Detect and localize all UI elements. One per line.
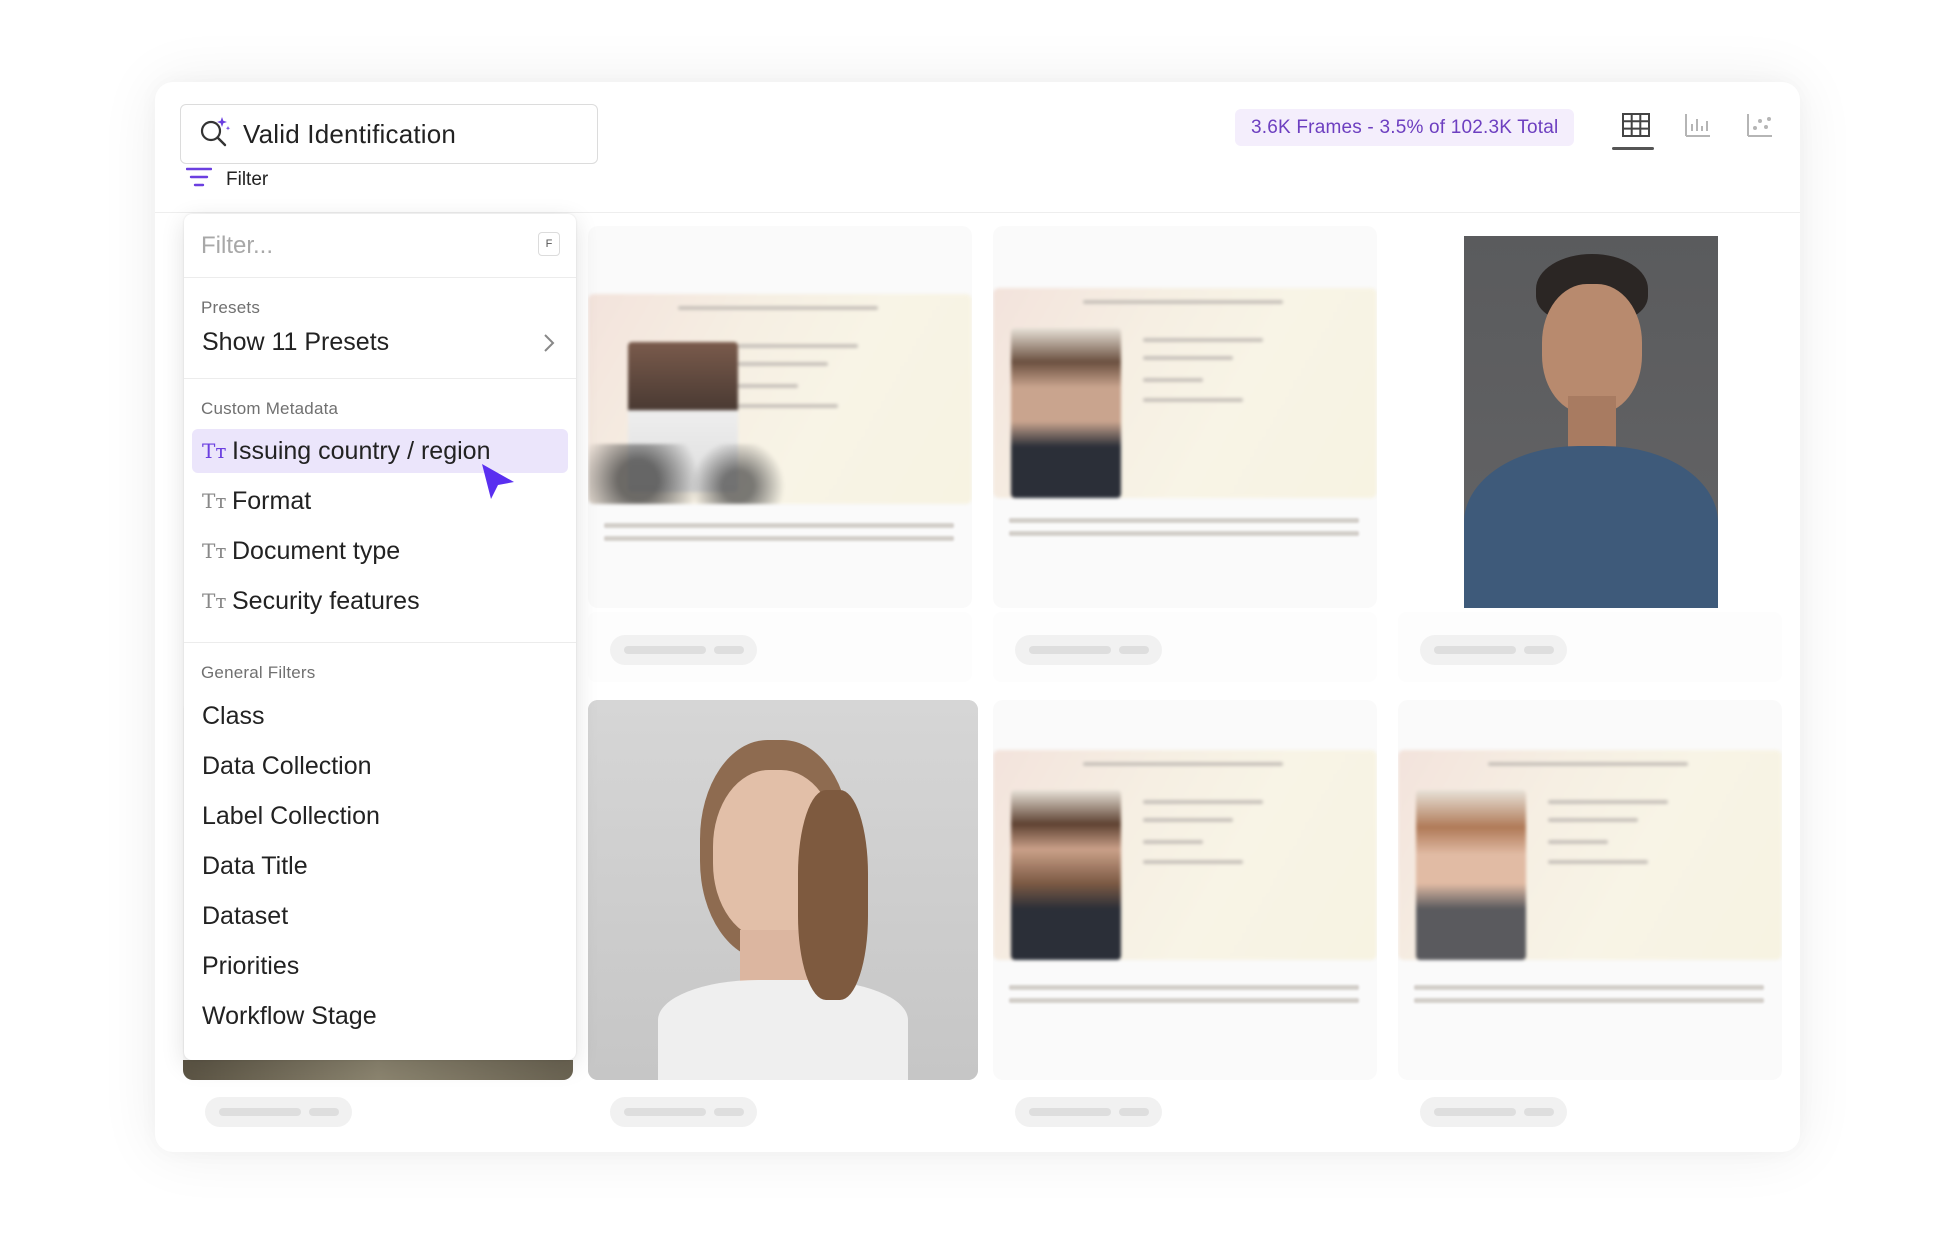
filter-item-label: Document type [232, 536, 401, 565]
text-type-icon: Tт [202, 589, 227, 613]
filter-item-label-collection[interactable]: Label Collection [192, 794, 568, 838]
passport-thumbnail [993, 288, 1377, 498]
filter-item-data-collection[interactable]: Data Collection [192, 744, 568, 788]
filter-item-document-type[interactable]: Tт Document type [192, 529, 568, 573]
filter-item-label: Data Collection [202, 751, 372, 780]
filter-item-label: Dataset [202, 901, 289, 930]
filter-item-label: Workflow Stage [202, 1001, 377, 1030]
grid-tile[interactable] [1398, 226, 1782, 608]
filter-icon [185, 166, 213, 193]
grid-tile[interactable] [993, 700, 1377, 1080]
custom-metadata-section-label: Custom Metadata [201, 399, 339, 418]
loading-placeholder [205, 1097, 352, 1127]
loading-placeholder [610, 635, 757, 665]
text-type-icon: Tт [202, 439, 227, 463]
filter-item-workflow-stage[interactable]: Workflow Stage [192, 994, 568, 1038]
chevron-right-icon [542, 332, 556, 359]
loading-placeholder [1015, 635, 1162, 665]
loading-placeholder [1015, 1097, 1162, 1127]
filter-item-label: Class [202, 701, 265, 730]
text-type-icon: Tт [202, 489, 227, 513]
menu-divider [184, 378, 576, 379]
text-type-icon: Tт [202, 539, 227, 563]
portrait-thumbnail [588, 700, 978, 1080]
loading-placeholder [1420, 1097, 1567, 1127]
filter-item-security-features[interactable]: Tт Security features [192, 579, 568, 623]
grid-tile[interactable] [588, 226, 972, 608]
filter-item-label: Format [232, 486, 312, 515]
general-filters-section-label: General Filters [201, 663, 316, 682]
passport-thumbnail [993, 750, 1377, 960]
search-input[interactable]: Valid Identification [180, 104, 598, 164]
show-presets-label: Show 11 Presets [202, 327, 390, 356]
grid-tile[interactable] [588, 700, 978, 1080]
loading-placeholder [610, 1097, 757, 1127]
ai-search-icon [197, 114, 233, 155]
active-view-indicator [1612, 147, 1654, 150]
search-query: Valid Identification [243, 118, 457, 149]
filter-search-placeholder: Filter... [201, 232, 274, 259]
grid-view-button[interactable] [1618, 110, 1654, 144]
filter-item-class[interactable]: Class [192, 694, 568, 738]
presets-section-label: Presets [201, 298, 261, 317]
filter-item-label: Data Title [202, 851, 308, 880]
loading-placeholder [1420, 635, 1567, 665]
histogram-view-icon [1683, 111, 1713, 144]
portrait-thumbnail [1464, 236, 1718, 608]
passport-thumbnail [1398, 750, 1782, 960]
filter-search-input[interactable]: Filter... F [184, 214, 576, 278]
filter-item-label: Priorities [202, 951, 300, 980]
filter-toggle-button[interactable]: Filter [185, 166, 269, 193]
filter-item-dataset[interactable]: Dataset [192, 894, 568, 938]
filter-dropdown: Filter... F Presets Show 11 Presets Cust… [184, 214, 576, 1060]
filter-item-label: Issuing country / region [232, 436, 491, 465]
filter-item-priorities[interactable]: Priorities [192, 944, 568, 988]
scatter-view-button[interactable] [1742, 110, 1778, 144]
show-presets-item[interactable]: Show 11 Presets [192, 320, 568, 364]
filter-item-data-title[interactable]: Data Title [192, 844, 568, 888]
grid-tile[interactable] [1398, 700, 1782, 1080]
filter-toggle-label: Filter [226, 168, 269, 190]
keyboard-shortcut-badge: F [538, 232, 560, 256]
filter-item-label: Label Collection [202, 801, 380, 830]
header-divider [155, 212, 1800, 213]
frames-count-badge: 3.6K Frames - 3.5% of 102.3K Total [1235, 109, 1575, 146]
passport-thumbnail [588, 294, 972, 504]
filter-item-label: Security features [232, 586, 420, 615]
histogram-view-button[interactable] [1680, 110, 1716, 144]
mouse-cursor-icon [478, 462, 518, 507]
scatter-view-icon [1745, 111, 1775, 144]
grid-view-icon [1621, 111, 1651, 144]
grid-tile[interactable] [993, 226, 1377, 608]
menu-divider [184, 642, 576, 643]
